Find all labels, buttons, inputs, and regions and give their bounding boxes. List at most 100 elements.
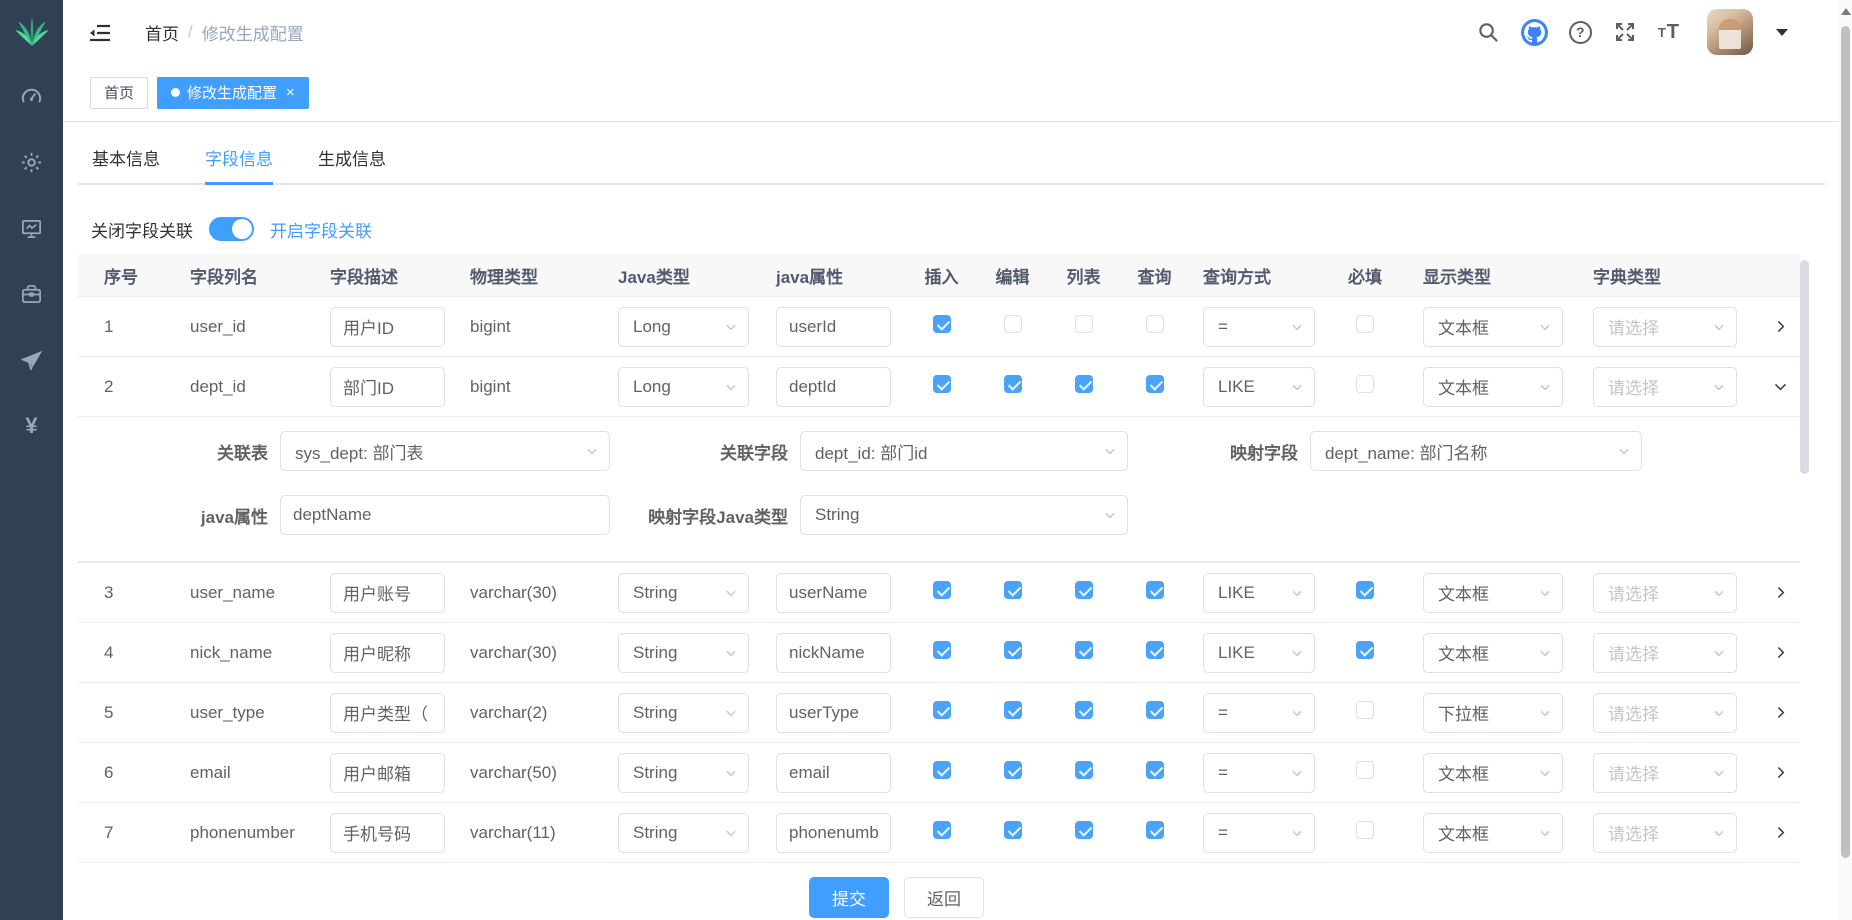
query-type-select[interactable]: LIKE [1203,633,1315,673]
dict-type-select[interactable]: 请选择 [1593,367,1737,407]
query-checkbox[interactable] [1146,701,1164,719]
insert-checkbox[interactable] [933,701,951,719]
java-field-input[interactable] [776,307,891,347]
expand-row-chevron-icon[interactable] [1772,704,1789,721]
list-checkbox[interactable] [1075,375,1093,393]
insert-checkbox[interactable] [933,315,951,333]
html-type-select[interactable]: 文本框 [1423,573,1563,613]
insert-checkbox[interactable] [933,581,951,599]
query-type-select[interactable]: = [1203,693,1315,733]
query-type-select[interactable]: LIKE [1203,573,1315,613]
edit-checkbox[interactable] [1004,581,1022,599]
list-checkbox[interactable] [1075,581,1093,599]
tab-field-info[interactable]: 字段信息 [205,134,273,183]
required-checkbox[interactable] [1356,315,1374,333]
required-checkbox[interactable] [1356,375,1374,393]
java-type-select[interactable]: String [618,573,749,613]
table-scrollbar-thumb[interactable] [1800,260,1809,474]
mapping-java-type-select[interactable]: String [800,495,1128,535]
dict-type-select[interactable]: 请选择 [1593,633,1737,673]
edit-checkbox[interactable] [1004,701,1022,719]
html-type-select[interactable]: 文本框 [1423,367,1563,407]
help-icon[interactable]: ? [1569,21,1592,44]
github-icon[interactable] [1521,19,1548,46]
tag-current-page[interactable]: 修改生成配置 × [157,77,309,109]
browser-scrollbar-thumb[interactable] [1841,26,1850,858]
insert-checkbox[interactable] [933,375,951,393]
query-checkbox[interactable] [1146,315,1164,333]
font-size-icon[interactable]: TT [1658,21,1680,44]
breadcrumb-home-link[interactable]: 首页 [145,20,179,45]
tab-basic-info[interactable]: 基本信息 [92,134,160,183]
edit-checkbox[interactable] [1004,315,1022,333]
expand-row-chevron-icon[interactable] [1772,318,1789,335]
java-type-select[interactable]: String [618,753,749,793]
query-type-select[interactable]: = [1203,813,1315,853]
description-input[interactable] [330,813,445,853]
description-input[interactable] [330,367,445,407]
java-field-input[interactable] [776,573,891,613]
java-field-input[interactable] [776,813,891,853]
sidebar-item-system[interactable] [0,129,63,195]
search-icon[interactable] [1477,21,1500,44]
tag-close-icon[interactable]: × [286,84,295,101]
relation-toggle-switch[interactable] [209,217,254,241]
mapping-field-select[interactable]: dept_name: 部门名称 [1310,431,1642,471]
query-checkbox[interactable] [1146,821,1164,839]
query-checkbox[interactable] [1146,375,1164,393]
description-input[interactable] [330,573,445,613]
list-checkbox[interactable] [1075,315,1093,333]
edit-checkbox[interactable] [1004,821,1022,839]
relation-field-select[interactable]: dept_id: 部门id [800,431,1128,471]
browser-scrollbar[interactable] [1839,0,1852,920]
insert-checkbox[interactable] [933,761,951,779]
tab-generate-info[interactable]: 生成信息 [318,134,386,183]
query-checkbox[interactable] [1146,581,1164,599]
edit-checkbox[interactable] [1004,641,1022,659]
java-field-input[interactable] [776,753,891,793]
dict-type-select[interactable]: 请选择 [1593,307,1737,347]
relation-table-select[interactable]: sys_dept: 部门表 [280,431,610,471]
expand-row-chevron-icon[interactable] [1772,824,1789,841]
relation-open-link[interactable]: 开启字段关联 [270,217,372,242]
java-type-select[interactable]: String [618,693,749,733]
fullscreen-icon[interactable] [1613,20,1637,44]
description-input[interactable] [330,693,445,733]
required-checkbox[interactable] [1356,821,1374,839]
java-field-input[interactable] [776,367,891,407]
user-avatar[interactable] [1707,9,1753,55]
dict-type-select[interactable]: 请选择 [1593,813,1737,853]
dict-type-select[interactable]: 请选择 [1593,753,1737,793]
app-logo[interactable] [0,0,63,63]
insert-checkbox[interactable] [933,821,951,839]
sidebar-toggle-icon[interactable] [89,23,111,43]
query-type-select[interactable]: = [1203,307,1315,347]
expand-row-chevron-icon[interactable] [1772,764,1789,781]
list-checkbox[interactable] [1075,701,1093,719]
java-field-input[interactable] [776,633,891,673]
java-type-select[interactable]: String [618,813,749,853]
dict-type-select[interactable]: 请选择 [1593,693,1737,733]
expand-row-chevron-icon[interactable] [1772,378,1789,395]
query-checkbox[interactable] [1146,761,1164,779]
java-type-select[interactable]: String [618,633,749,673]
java-attr-input[interactable] [280,495,610,535]
sidebar-item-publish[interactable] [0,327,63,393]
html-type-select[interactable]: 文本框 [1423,307,1563,347]
description-input[interactable] [330,753,445,793]
java-type-select[interactable]: Long [618,367,749,407]
insert-checkbox[interactable] [933,641,951,659]
avatar-caret-icon[interactable] [1776,29,1788,36]
query-type-select[interactable]: LIKE [1203,367,1315,407]
html-type-select[interactable]: 文本框 [1423,753,1563,793]
java-field-input[interactable] [776,693,891,733]
html-type-select[interactable]: 下拉框 [1423,693,1563,733]
required-checkbox[interactable] [1356,761,1374,779]
sidebar-item-finance[interactable]: ¥ [0,393,63,459]
required-checkbox[interactable] [1356,581,1374,599]
edit-checkbox[interactable] [1004,375,1022,393]
sidebar-item-tool[interactable] [0,261,63,327]
expand-row-chevron-icon[interactable] [1772,644,1789,661]
scroll-up-arrow-icon[interactable] [1841,8,1851,15]
description-input[interactable] [330,307,445,347]
